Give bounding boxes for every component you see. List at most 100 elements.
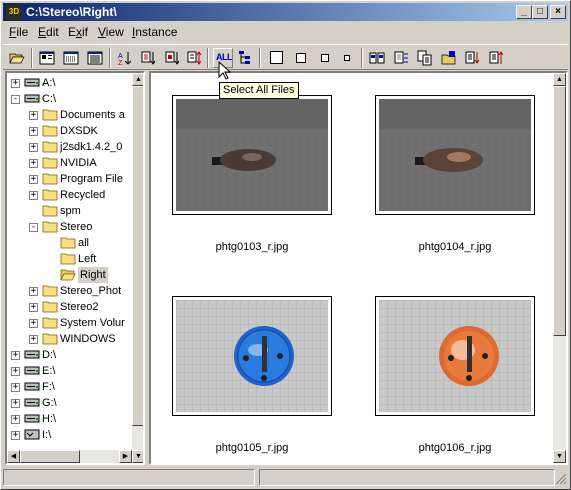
tree-vertical-scrollbar[interactable]: ▲ ▼ (132, 73, 143, 463)
scroll-down-button[interactable]: ▼ (132, 450, 143, 463)
file-thumbnail-panel[interactable]: phtg0103_r.jpg phtg0104_r.jpg phtg0105_r… (149, 71, 568, 465)
open-folder-button[interactable] (7, 48, 27, 68)
view-details-button[interactable] (85, 48, 105, 68)
expand-icon[interactable]: + (11, 367, 20, 376)
app-icon[interactable]: 3D (6, 4, 22, 20)
expand-icon[interactable]: + (29, 319, 38, 328)
close-button[interactable]: × (550, 5, 566, 19)
split-button[interactable] (391, 48, 411, 68)
move-up-button[interactable] (487, 48, 507, 68)
title-bar[interactable]: 3D C:\Stereo\Right\ _ □ × (3, 3, 568, 21)
menu-exif[interactable]: Exif (68, 25, 88, 40)
tree-item[interactable]: + I:\ (7, 427, 130, 443)
expand-icon[interactable]: + (11, 351, 20, 360)
menu-edit[interactable]: Edit (38, 25, 59, 40)
tree-item[interactable]: + E:\ (7, 363, 130, 379)
tree-horizontal-scrollbar[interactable] (20, 450, 119, 463)
tree-item[interactable]: all (7, 235, 130, 251)
menu-view-key: V (98, 25, 106, 39)
expand-icon[interactable]: + (11, 79, 20, 88)
tree-item-label: WINDOWS (60, 333, 116, 345)
menu-file[interactable]: File (9, 25, 28, 40)
tree-item[interactable]: + Recycled (7, 187, 130, 203)
tree-item[interactable]: - C:\ (7, 91, 130, 107)
thumb-size-medium-button[interactable] (291, 48, 311, 68)
hscroll-thumb[interactable] (20, 450, 80, 463)
expand-icon[interactable]: + (29, 127, 38, 136)
tree-item[interactable]: Right (7, 267, 130, 283)
thumbnail-frame (172, 95, 332, 215)
expand-icon[interactable]: + (11, 399, 20, 408)
files-vertical-scrollbar[interactable]: ▲ ▼ (553, 73, 566, 463)
collapse-icon[interactable]: - (29, 223, 38, 232)
sort-ascending-button[interactable]: AZ (115, 48, 135, 68)
tree-item-label: DXSDK (60, 125, 98, 137)
expand-icon[interactable]: + (29, 303, 38, 312)
view-list-button[interactable] (61, 48, 81, 68)
folder-export-button[interactable] (439, 48, 459, 68)
scroll-up-button[interactable]: ▲ (553, 73, 566, 86)
folder-tree[interactable]: + A:\ - C:\ + Documents a + DXSDK + j2sdk1.4.2_0 +… (5, 71, 145, 465)
expand-icon[interactable]: + (29, 191, 38, 200)
medium-square-icon (296, 53, 306, 63)
expand-icon[interactable]: + (29, 287, 38, 296)
file-name: phtg0106_r.jpg (418, 442, 492, 454)
tree-item[interactable]: spm (7, 203, 130, 219)
resize-grip-icon[interactable] (555, 473, 567, 485)
tree-item[interactable]: - Stereo (7, 219, 130, 235)
tree-item[interactable]: + G:\ (7, 395, 130, 411)
select-all-tooltip: Select All Files (219, 82, 299, 99)
tree-item[interactable]: + Stereo_Phot (7, 283, 130, 299)
scroll-thumb[interactable] (553, 86, 566, 336)
scroll-down-button[interactable]: ▼ (553, 450, 566, 463)
tree-item[interactable]: + j2sdk1.4.2_0 (7, 139, 130, 155)
tree-view-button[interactable] (235, 48, 255, 68)
svg-text:Z: Z (118, 60, 123, 66)
tree-item[interactable]: + D:\ (7, 347, 130, 363)
tree-item[interactable]: + DXSDK (7, 123, 130, 139)
menu-view[interactable]: View (98, 25, 124, 40)
blue-dish-image (176, 300, 328, 412)
split-icon (394, 51, 408, 64)
tree-item-label: G:\ (42, 397, 57, 409)
expand-icon[interactable]: + (11, 383, 20, 392)
expand-icon[interactable]: + (29, 159, 38, 168)
maximize-button[interactable]: □ (532, 5, 548, 19)
tree-item[interactable]: + NVIDIA (7, 155, 130, 171)
expand-icon[interactable]: + (29, 111, 38, 120)
balloon-image (176, 99, 328, 211)
tree-item[interactable]: + Documents a (7, 107, 130, 123)
expand-icon[interactable]: + (11, 415, 20, 424)
thumb-size-tiny-button[interactable] (337, 48, 357, 68)
view-thumbnails-button[interactable] (37, 48, 57, 68)
expand-icon[interactable]: + (29, 175, 38, 184)
tree-item[interactable]: + A:\ (7, 75, 130, 91)
tree-item[interactable]: + Stereo2 (7, 299, 130, 315)
tree-item[interactable]: + Program File (7, 171, 130, 187)
thumb-size-small-button[interactable] (315, 48, 335, 68)
tree-item[interactable]: Left (7, 251, 130, 267)
menu-instance[interactable]: Instance (132, 25, 177, 40)
sort-by-size-button[interactable] (163, 48, 183, 68)
list-view-icon (63, 51, 79, 65)
tree-item[interactable]: + System Volur (7, 315, 130, 331)
expand-icon[interactable]: + (29, 143, 38, 152)
hscroll-right-button[interactable]: ▶ (119, 450, 132, 463)
stereo-pair-icon (369, 52, 385, 64)
expand-icon[interactable]: + (29, 335, 38, 344)
tree-item[interactable]: + F:\ (7, 379, 130, 395)
thumb-size-large-button[interactable] (267, 48, 287, 68)
move-down-button[interactable] (463, 48, 483, 68)
copy-button[interactable] (415, 48, 435, 68)
tree-item[interactable]: + H:\ (7, 411, 130, 427)
scroll-up-button[interactable]: ▲ (132, 73, 143, 86)
expand-icon[interactable]: + (11, 431, 20, 440)
minimize-button[interactable]: _ (516, 5, 532, 19)
sort-by-type-button[interactable] (185, 48, 205, 68)
collapse-icon[interactable]: - (11, 95, 20, 104)
scroll-thumb[interactable] (132, 86, 143, 426)
tree-item[interactable]: + WINDOWS (7, 331, 130, 347)
hscroll-left-button[interactable]: ◀ (7, 450, 20, 463)
stereo-pair-button[interactable] (367, 48, 387, 68)
sort-by-date-button[interactable] (139, 48, 159, 68)
